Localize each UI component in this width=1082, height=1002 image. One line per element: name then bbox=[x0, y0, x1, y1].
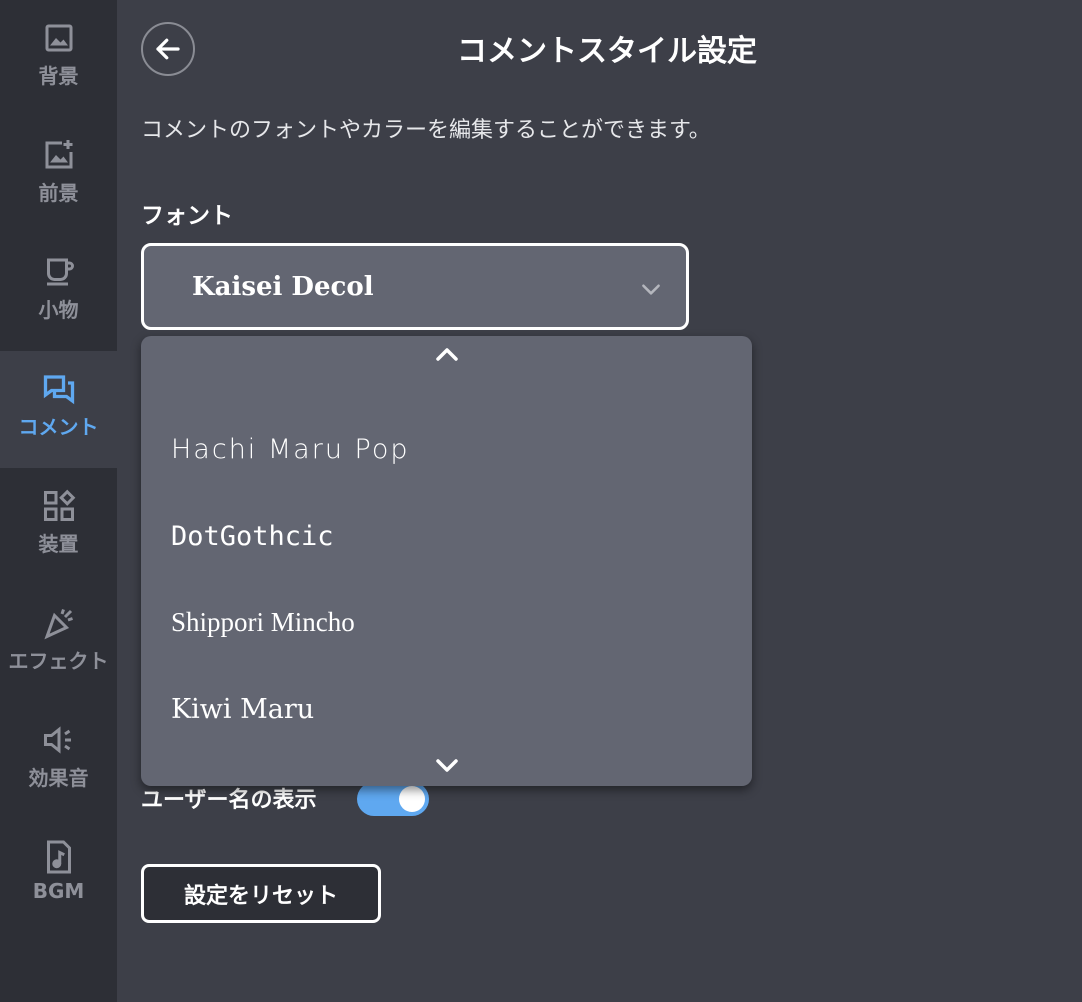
sidebar-item-label: エフェクト bbox=[8, 649, 109, 673]
party-popper-icon bbox=[43, 609, 73, 640]
font-select[interactable]: Kaisei Decol bbox=[141, 243, 689, 330]
sidebar-item-devices[interactable]: 装置 bbox=[0, 468, 117, 585]
sidebar-item-background[interactable]: 背景 bbox=[0, 0, 117, 117]
sidebar-item-sound-effect[interactable]: 効果音 bbox=[0, 702, 117, 819]
reset-settings-button[interactable]: 設定をリセット bbox=[141, 864, 381, 923]
arrow-left-icon bbox=[156, 38, 180, 60]
cup-icon bbox=[46, 258, 74, 286]
username-display-label: ユーザー名の表示 bbox=[141, 788, 317, 813]
back-button[interactable] bbox=[141, 22, 195, 76]
font-label: フォント bbox=[141, 203, 233, 229]
sidebar-item-label: 背景 bbox=[38, 64, 79, 88]
sidebar-item-foreground[interactable]: 前景 bbox=[0, 117, 117, 234]
chevron-down-icon bbox=[642, 284, 660, 295]
page-description: コメントのフォントやカラーを編集することができます。 bbox=[141, 118, 711, 143]
font-option-dotgothic[interactable]: DotGothcic bbox=[141, 496, 752, 576]
sidebar-item-label: 前景 bbox=[38, 181, 79, 205]
sidebar-item-effect[interactable]: エフェクト bbox=[0, 585, 117, 702]
sidebar-item-label: 装置 bbox=[38, 532, 79, 556]
music-file-icon bbox=[46, 840, 71, 874]
chevron-down-icon[interactable] bbox=[431, 754, 463, 778]
font-option-kiwi-maru[interactable]: Kiwi Maru bbox=[141, 669, 752, 749]
add-image-icon bbox=[45, 140, 72, 169]
image-icon bbox=[45, 24, 72, 52]
chevron-up-icon[interactable] bbox=[431, 342, 463, 366]
sidebar-item-label: 小物 bbox=[38, 298, 79, 322]
speaker-icon bbox=[43, 726, 71, 754]
username-display-toggle[interactable] bbox=[357, 782, 429, 816]
font-select-value: Kaisei Decol bbox=[192, 271, 374, 302]
sidebar-item-props[interactable]: 小物 bbox=[0, 234, 117, 351]
font-option-shippori-mincho[interactable]: Shippori Mincho bbox=[141, 582, 752, 662]
font-option-hachi-maru-pop[interactable]: Hachi Maru Pop bbox=[141, 409, 752, 489]
sidebar-item-bgm[interactable]: BGM bbox=[0, 819, 117, 936]
toggle-knob bbox=[399, 786, 425, 812]
comment-icon bbox=[43, 375, 74, 405]
widgets-icon bbox=[43, 489, 75, 521]
sidebar-item-label: コメント bbox=[18, 415, 99, 439]
sidebar-item-label: BGM bbox=[32, 879, 85, 903]
sidebar-item-label: 効果音 bbox=[28, 766, 89, 790]
page-title: コメントスタイル設定 bbox=[457, 34, 757, 69]
font-dropdown: Hachi Maru Pop DotGothcic Shippori Minch… bbox=[141, 336, 752, 786]
sidebar-item-comment[interactable]: コメント bbox=[0, 351, 117, 468]
sidebar: 背景 前景 小物 コメント 装置 エフェクト 効果音 BGM bbox=[0, 0, 117, 1002]
